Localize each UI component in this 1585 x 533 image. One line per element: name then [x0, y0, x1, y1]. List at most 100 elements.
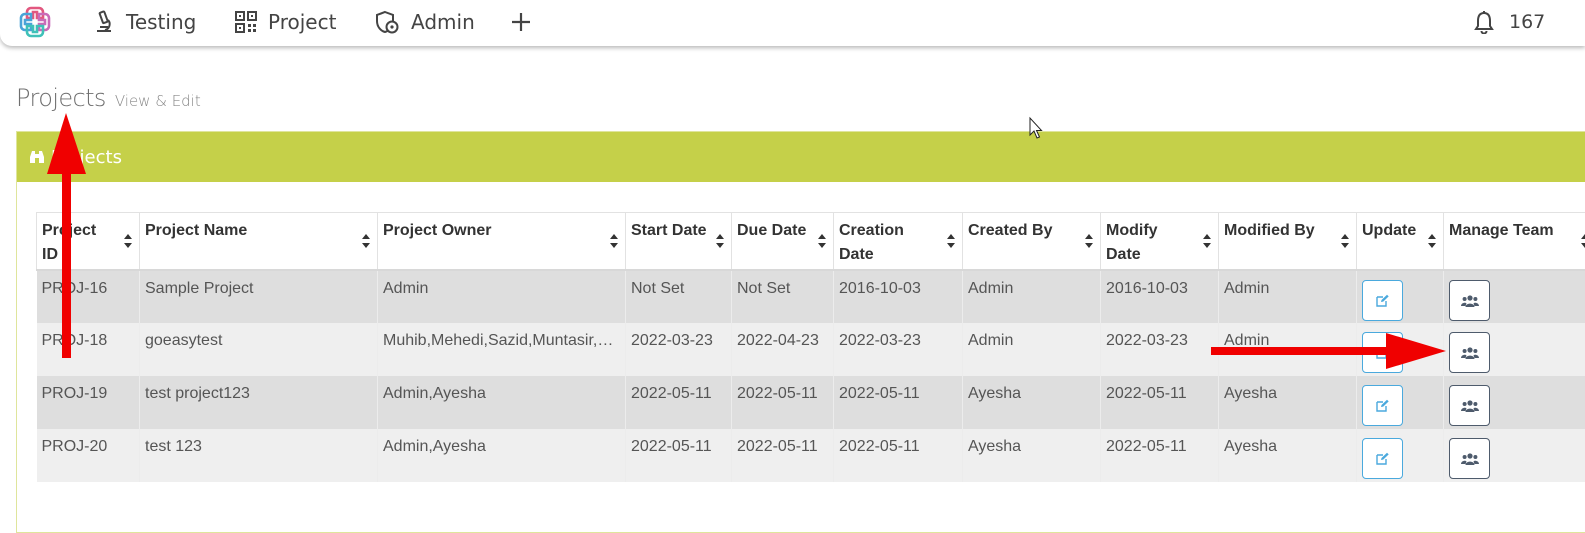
panel-title: Projects: [51, 147, 122, 168]
column-header-update[interactable]: Update: [1357, 213, 1444, 271]
cell-created-by: Admin: [963, 270, 1101, 323]
binoculars-icon: [29, 150, 45, 164]
nav-item-label: Project: [268, 10, 336, 34]
column-header-label: Project Owner: [383, 222, 491, 239]
column-header-label: Due Date: [737, 222, 806, 239]
projects-table: Project ID Project Name Project Owner St…: [36, 212, 1585, 482]
column-header-creation-date[interactable]: Creation Date: [834, 213, 963, 271]
users-icon: [1461, 400, 1479, 412]
sort-icon[interactable]: [362, 234, 370, 248]
column-header-modified-by[interactable]: Modified By: [1219, 213, 1357, 271]
table-header-row: Project ID Project Name Project Owner St…: [37, 213, 1585, 271]
cell-project-owner: Muhib,Mehedi,Sazid,Muntasir,Ayesha: [378, 323, 626, 376]
cell-modify-date: 2016-10-03: [1101, 270, 1219, 323]
cell-start-date: 2022-05-11: [626, 429, 732, 482]
sort-icon[interactable]: [716, 234, 724, 248]
manage-team-button[interactable]: [1449, 385, 1490, 426]
cell-project-name: test project123: [140, 376, 378, 429]
cell-modified-by: Ayesha: [1219, 429, 1357, 482]
notifications-button[interactable]: 167: [1473, 0, 1545, 44]
nav-item-testing[interactable]: Testing: [93, 0, 196, 44]
cell-modified-by: Admin: [1219, 323, 1357, 376]
cell-created-by: Admin: [963, 323, 1101, 376]
users-icon: [1461, 347, 1479, 359]
panel-header: Projects: [17, 132, 1585, 182]
edit-icon: [1376, 346, 1390, 359]
column-header-project-id[interactable]: Project ID: [37, 213, 140, 271]
cell-modify-date: 2022-05-11: [1101, 376, 1219, 429]
cell-modify-date: 2022-05-11: [1101, 429, 1219, 482]
manage-team-button[interactable]: [1449, 332, 1490, 373]
column-header-label: Modify Date: [1106, 222, 1158, 263]
edit-icon: [1376, 294, 1390, 307]
cell-manage-team: [1444, 429, 1585, 482]
update-button[interactable]: [1362, 280, 1403, 321]
sort-icon[interactable]: [818, 234, 826, 248]
sort-icon[interactable]: [1203, 234, 1211, 248]
column-header-label: Start Date: [631, 222, 707, 239]
column-header-label: Update: [1362, 222, 1416, 239]
cell-update: [1357, 376, 1444, 429]
cell-project-owner: Admin,Ayesha: [378, 429, 626, 482]
admin-shield-icon: [374, 10, 400, 34]
sort-icon[interactable]: [1085, 234, 1093, 248]
cell-due-date: Not Set: [732, 270, 834, 323]
edit-icon: [1376, 452, 1390, 465]
sort-icon[interactable]: [1428, 234, 1436, 248]
cell-due-date: 2022-05-11: [732, 429, 834, 482]
cell-start-date: 2022-05-11: [626, 376, 732, 429]
sort-icon[interactable]: [124, 234, 132, 248]
column-header-manage-team[interactable]: Manage Team: [1444, 213, 1585, 271]
cell-creation-date: 2022-03-23: [834, 323, 963, 376]
microscope-icon: [93, 10, 115, 34]
cell-modified-by: Ayesha: [1219, 376, 1357, 429]
sort-icon[interactable]: [610, 234, 618, 248]
column-header-modify-date[interactable]: Modify Date: [1101, 213, 1219, 271]
manage-team-button[interactable]: [1449, 438, 1490, 479]
add-button[interactable]: [510, 0, 543, 44]
column-header-project-name[interactable]: Project Name: [140, 213, 378, 271]
column-header-label: Modified By: [1224, 222, 1315, 239]
cell-project-id: PROJ-19: [37, 376, 140, 429]
cell-start-date: 2022-03-23: [626, 323, 732, 376]
table-row: PROJ-16 Sample Project Admin Not Set Not…: [37, 270, 1585, 323]
update-button[interactable]: [1362, 332, 1403, 373]
edit-icon: [1376, 399, 1390, 412]
cell-manage-team: [1444, 376, 1585, 429]
sort-icon[interactable]: [1341, 234, 1349, 248]
cell-creation-date: 2016-10-03: [834, 270, 963, 323]
cell-project-id: PROJ-18: [37, 323, 140, 376]
cell-creation-date: 2022-05-11: [834, 376, 963, 429]
sort-icon[interactable]: [947, 234, 955, 248]
cell-due-date: 2022-05-11: [732, 376, 834, 429]
update-button[interactable]: [1362, 438, 1403, 479]
users-icon: [1461, 453, 1479, 465]
cell-project-owner: Admin: [378, 270, 626, 323]
notification-count: 167: [1509, 11, 1545, 33]
page-title-text: Projects: [16, 84, 106, 112]
column-header-start-date[interactable]: Start Date: [626, 213, 732, 271]
cell-manage-team: [1444, 270, 1585, 323]
update-button[interactable]: [1362, 385, 1403, 426]
table-row: PROJ-18 goeasytest Muhib,Mehedi,Sazid,Mu…: [37, 323, 1585, 376]
nav-item-label: Admin: [411, 10, 475, 34]
qr-grid-icon: [235, 11, 257, 33]
users-icon: [1461, 295, 1479, 307]
top-nav-bar: Testing Project Admin: [0, 0, 1585, 46]
nav-item-project[interactable]: Project: [235, 0, 336, 44]
manage-team-button[interactable]: [1449, 280, 1490, 321]
cell-project-id: PROJ-20: [37, 429, 140, 482]
page-subtitle: View & Edit: [115, 92, 201, 110]
cell-project-name: goeasytest: [140, 323, 378, 376]
column-header-due-date[interactable]: Due Date: [732, 213, 834, 271]
sort-icon[interactable]: [1581, 234, 1585, 248]
column-header-created-by[interactable]: Created By: [963, 213, 1101, 271]
table-row: PROJ-20 test 123 Admin,Ayesha 2022-05-11…: [37, 429, 1585, 482]
app-logo[interactable]: [18, 5, 52, 39]
column-header-project-owner[interactable]: Project Owner: [378, 213, 626, 271]
nav-item-admin[interactable]: Admin: [374, 0, 475, 44]
cell-created-by: Ayesha: [963, 429, 1101, 482]
cell-modified-by: Admin: [1219, 270, 1357, 323]
cell-project-name: test 123: [140, 429, 378, 482]
bell-icon: [1473, 10, 1495, 34]
